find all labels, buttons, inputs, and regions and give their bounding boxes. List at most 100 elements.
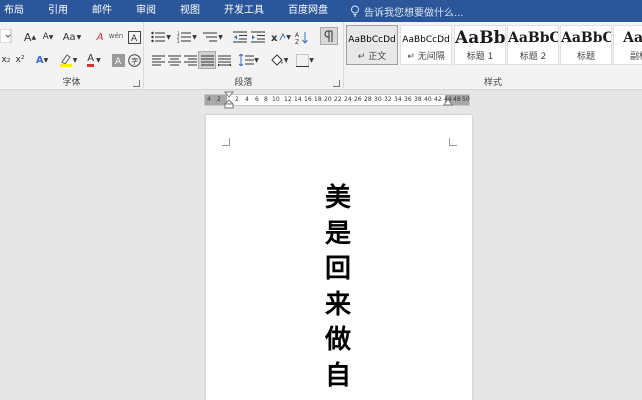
horizontal-ruler[interactable]: 4 2 2 4 6 8 10 12 14 16 18 20 22 24 26 28 30 32 34 36 38 40 42… — [204, 94, 470, 106]
style-card[interactable]: AaB 副标 — [613, 25, 642, 65]
ruler-tick-label: 18 — [314, 96, 322, 103]
numbering-button[interactable]: 1 2 3 ▼ — [176, 29, 198, 45]
sort-icon: AZ — [295, 31, 308, 44]
font-size-combo[interactable] — [0, 28, 12, 44]
justify-button[interactable] — [198, 51, 216, 69]
align-center-button[interactable] — [166, 52, 182, 68]
subscript-icon: x₂ — [1, 55, 11, 65]
paragraph-group: ▼ 1 2 3 ▼ ▼ x ▼ AZ ▼ ▼ ▼ 段落 — [144, 22, 344, 90]
highlight-color-button[interactable]: ▼ — [58, 52, 78, 68]
style-sample: AaBbC — [561, 30, 611, 46]
font-group: A ▲ A ▼ Aa ▼ A wén A x₂ x² A ▼ ▼ A ▼ A 字 字体 — [0, 22, 144, 90]
increase-indent-icon — [251, 31, 265, 43]
ribbon-tab-bar: 布局 引用 邮件 审阅 视图 开发工具 百度网盘 告诉我您想要做什么... — [0, 0, 642, 22]
vertical-char: 做 — [324, 325, 351, 355]
font-color-icon: A — [87, 53, 95, 67]
ruler-tick-label: 50 — [462, 96, 470, 103]
ruler-tick-label: 2 — [235, 96, 239, 103]
font-dialog-launcher-icon[interactable] — [133, 80, 140, 87]
character-border-button[interactable]: A — [126, 29, 142, 45]
svg-text:A: A — [131, 34, 138, 44]
ruler-tick-label: 10 — [272, 96, 280, 103]
style-sample: AaBbC — [508, 30, 558, 46]
first-line-indent-marker-icon[interactable] — [224, 91, 234, 109]
style-card[interactable]: AaBbCcDd ↵ 正文 — [346, 25, 398, 65]
tab-baidu-netdisk[interactable]: 百度网盘 — [276, 0, 340, 22]
tab-developer[interactable]: 开发工具 — [212, 0, 276, 22]
document-page[interactable]: 美 是 回 来 做 自 — [206, 115, 472, 400]
style-sample: AaBbCcDd — [402, 35, 450, 45]
sort-button[interactable]: AZ — [294, 29, 310, 45]
tab-mailings[interactable]: 邮件 — [80, 0, 124, 22]
vertical-text-block[interactable]: 美 是 回 来 做 自 — [318, 181, 358, 394]
right-indent-marker-icon[interactable] — [443, 97, 453, 107]
ruler-tick-label: 14 — [294, 96, 302, 103]
align-left-icon — [151, 55, 165, 65]
phonetic-guide-icon: wén — [108, 32, 124, 40]
align-left-button[interactable] — [150, 52, 166, 68]
ruler-tick-label: 8 — [264, 96, 268, 103]
style-card[interactable]: AaBbCcDd ↵ 无间隔 — [400, 25, 452, 65]
subscript-button[interactable]: x₂ — [0, 52, 12, 68]
enclose-characters-button[interactable]: 字 — [126, 52, 142, 68]
shrink-font-button[interactable]: A ▼ — [40, 29, 56, 45]
paragraph-dialog-launcher-icon[interactable] — [333, 80, 340, 87]
chinese-layout-button[interactable]: x ▼ — [270, 29, 292, 45]
svg-text:Z: Z — [295, 39, 299, 44]
character-shading-button[interactable]: A — [110, 52, 126, 68]
ruler-tick-label: 36 — [404, 96, 412, 103]
ruler-tick-label: 4 — [207, 96, 211, 103]
crop-mark-top-right-icon — [449, 138, 457, 146]
chinese-layout-icon: x — [271, 32, 286, 43]
ruler-tick-label: 2 — [217, 96, 221, 103]
tab-references[interactable]: 引用 — [36, 0, 80, 22]
ruler-tick-label: 48 — [453, 96, 461, 103]
svg-text:字: 字 — [131, 56, 138, 65]
multilevel-list-button[interactable]: ▼ — [202, 29, 224, 45]
style-card[interactable]: AaBbC 标题 — [560, 25, 612, 65]
style-card[interactable]: AaBb 标题 1 — [454, 25, 506, 65]
decrease-indent-icon — [233, 31, 247, 43]
change-case-button[interactable]: Aa ▼ — [62, 29, 82, 45]
justify-icon — [200, 55, 214, 65]
ruler-tick-label: 12 — [284, 96, 292, 103]
distributed-icon — [217, 55, 231, 66]
bullets-button[interactable]: ▼ — [150, 29, 172, 45]
style-card[interactable]: AaBbC 标题 2 — [507, 25, 559, 65]
text-effects-icon: A — [35, 54, 44, 66]
bullets-icon — [151, 31, 166, 43]
ruler-tick-label: 38 — [414, 96, 422, 103]
superscript-button[interactable]: x² — [12, 52, 28, 68]
text-effects-button[interactable]: A ▼ — [34, 52, 50, 68]
distributed-button[interactable] — [216, 52, 232, 68]
line-spacing-button[interactable]: ▼ — [238, 52, 260, 68]
svg-text:A: A — [295, 32, 300, 39]
show-formatting-marks-button[interactable] — [320, 27, 338, 45]
style-name: 标题 — [576, 52, 595, 62]
svg-text:x: x — [271, 33, 278, 43]
tell-me-box[interactable]: 告诉我您想要做什么... — [340, 4, 464, 19]
borders-button[interactable]: ▼ — [294, 52, 316, 68]
lightbulb-icon — [351, 5, 359, 17]
align-right-button[interactable] — [182, 52, 198, 68]
ruler-tick-label: 40 — [424, 96, 432, 103]
shading-button[interactable]: ▼ — [268, 52, 290, 68]
paragraph-group-label: 段落 — [234, 78, 253, 88]
styles-group: AaBbCcDd ↵ 正文 AaBbCcDd ↵ 无间隔 AaBb 标题 1 AaBbC 标题… — [344, 22, 642, 90]
clear-formatting-button[interactable]: A — [92, 29, 108, 45]
decrease-indent-button[interactable] — [232, 29, 248, 45]
grow-font-button[interactable]: A ▲ — [22, 29, 38, 45]
font-color-button[interactable]: A ▼ — [84, 52, 104, 68]
vertical-char: 美 — [324, 183, 351, 213]
line-spacing-icon — [239, 54, 255, 66]
increase-indent-button[interactable] — [250, 29, 266, 45]
tab-layout[interactable]: 布局 — [0, 0, 36, 22]
style-name: 标题 1 — [466, 52, 494, 62]
clear-formatting-icon: A — [96, 31, 104, 43]
highlighter-icon — [59, 54, 72, 67]
tab-review[interactable]: 审阅 — [124, 0, 168, 22]
vertical-char: 自 — [324, 360, 351, 391]
tab-view[interactable]: 视图 — [168, 0, 212, 22]
ruler-tick-label: 42 — [434, 96, 442, 103]
phonetic-guide-button[interactable]: wén — [108, 28, 124, 44]
